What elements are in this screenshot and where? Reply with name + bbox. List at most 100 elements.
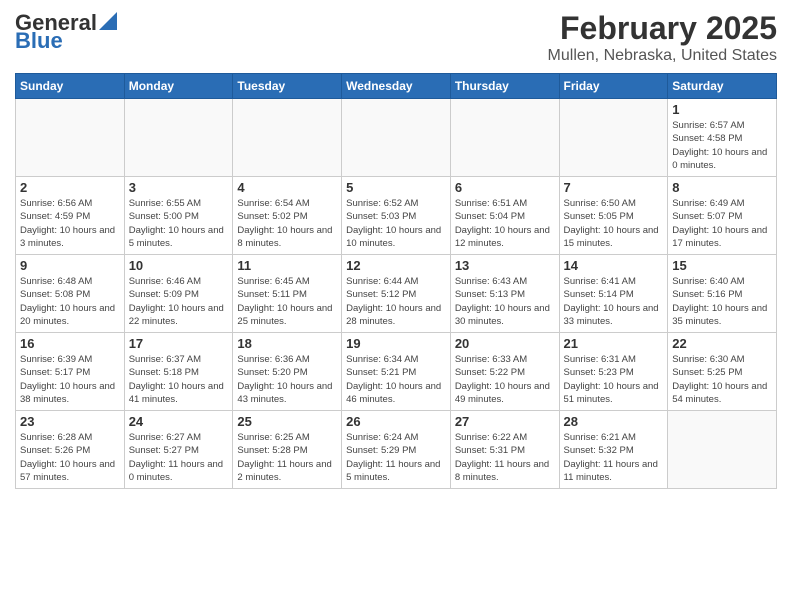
col-sunday: Sunday: [16, 74, 125, 99]
day-number: 6: [455, 180, 555, 195]
logo-icon: [99, 12, 117, 30]
day-number: 9: [20, 258, 120, 273]
day-number: 8: [672, 180, 772, 195]
day-number: 18: [237, 336, 337, 351]
day-info: Sunrise: 6:25 AM Sunset: 5:28 PM Dayligh…: [237, 431, 337, 484]
calendar-day-cell: 18 Sunrise: 6:36 AM Sunset: 5:20 PM Dayli…: [233, 333, 342, 411]
col-saturday: Saturday: [668, 74, 777, 99]
day-number: 1: [672, 102, 772, 117]
calendar-day-cell: [342, 99, 451, 177]
calendar-day-cell: 24 Sunrise: 6:27 AM Sunset: 5:27 PM Dayli…: [124, 411, 233, 489]
calendar-day-cell: 25 Sunrise: 6:25 AM Sunset: 5:28 PM Dayli…: [233, 411, 342, 489]
calendar-day-cell: 28 Sunrise: 6:21 AM Sunset: 5:32 PM Dayli…: [559, 411, 668, 489]
calendar-day-cell: 7 Sunrise: 6:50 AM Sunset: 5:05 PM Daylig…: [559, 177, 668, 255]
day-number: 22: [672, 336, 772, 351]
day-number: 5: [346, 180, 446, 195]
col-monday: Monday: [124, 74, 233, 99]
calendar-week-row: 9 Sunrise: 6:48 AM Sunset: 5:08 PM Daylig…: [16, 255, 777, 333]
location-subtitle: Mullen, Nebraska, United States: [548, 47, 777, 65]
page: General Blue February 2025 Mullen, Nebra…: [0, 0, 792, 612]
calendar-table: Sunday Monday Tuesday Wednesday Thursday…: [15, 73, 777, 489]
calendar-week-row: 1 Sunrise: 6:57 AM Sunset: 4:58 PM Daylig…: [16, 99, 777, 177]
logo: General Blue: [15, 10, 117, 54]
day-info: Sunrise: 6:40 AM Sunset: 5:16 PM Dayligh…: [672, 275, 772, 328]
month-year-title: February 2025: [548, 10, 777, 47]
day-number: 10: [129, 258, 229, 273]
day-number: 21: [564, 336, 664, 351]
calendar-day-cell: [450, 99, 559, 177]
col-wednesday: Wednesday: [342, 74, 451, 99]
calendar-day-cell: 14 Sunrise: 6:41 AM Sunset: 5:14 PM Dayli…: [559, 255, 668, 333]
calendar-week-row: 16Sunrise: 6:39 AM Sunset: 5:17 PM Dayli…: [16, 333, 777, 411]
day-info: Sunrise: 6:48 AM Sunset: 5:08 PM Dayligh…: [20, 275, 120, 328]
calendar-day-cell: [16, 99, 125, 177]
day-info: Sunrise: 6:54 AM Sunset: 5:02 PM Dayligh…: [237, 197, 337, 250]
day-number: 15: [672, 258, 772, 273]
calendar-day-cell: 1 Sunrise: 6:57 AM Sunset: 4:58 PM Daylig…: [668, 99, 777, 177]
day-number: 25: [237, 414, 337, 429]
day-info: Sunrise: 6:36 AM Sunset: 5:20 PM Dayligh…: [237, 353, 337, 406]
day-info: Sunrise: 6:28 AM Sunset: 5:26 PM Dayligh…: [20, 431, 120, 484]
calendar-day-cell: 11Sunrise: 6:45 AM Sunset: 5:11 PM Dayli…: [233, 255, 342, 333]
calendar-week-row: 23 Sunrise: 6:28 AM Sunset: 5:26 PM Dayli…: [16, 411, 777, 489]
day-info: Sunrise: 6:52 AM Sunset: 5:03 PM Dayligh…: [346, 197, 446, 250]
calendar-day-cell: 10 Sunrise: 6:46 AM Sunset: 5:09 PM Dayli…: [124, 255, 233, 333]
day-info: Sunrise: 6:27 AM Sunset: 5:27 PM Dayligh…: [129, 431, 229, 484]
day-info: Sunrise: 6:37 AM Sunset: 5:18 PM Dayligh…: [129, 353, 229, 406]
col-thursday: Thursday: [450, 74, 559, 99]
calendar-day-cell: 22Sunrise: 6:30 AM Sunset: 5:25 PM Dayli…: [668, 333, 777, 411]
day-info: Sunrise: 6:50 AM Sunset: 5:05 PM Dayligh…: [564, 197, 664, 250]
calendar-day-cell: 4 Sunrise: 6:54 AM Sunset: 5:02 PM Daylig…: [233, 177, 342, 255]
day-info: Sunrise: 6:57 AM Sunset: 4:58 PM Dayligh…: [672, 119, 772, 172]
day-info: Sunrise: 6:33 AM Sunset: 5:22 PM Dayligh…: [455, 353, 555, 406]
calendar-day-cell: 2 Sunrise: 6:56 AM Sunset: 4:59 PM Daylig…: [16, 177, 125, 255]
calendar-day-cell: [559, 99, 668, 177]
day-number: 3: [129, 180, 229, 195]
day-number: 23: [20, 414, 120, 429]
day-info: Sunrise: 6:49 AM Sunset: 5:07 PM Dayligh…: [672, 197, 772, 250]
calendar-day-cell: [668, 411, 777, 489]
day-info: Sunrise: 6:22 AM Sunset: 5:31 PM Dayligh…: [455, 431, 555, 484]
calendar-day-cell: 19 Sunrise: 6:34 AM Sunset: 5:21 PM Dayli…: [342, 333, 451, 411]
calendar-day-cell: 27 Sunrise: 6:22 AM Sunset: 5:31 PM Dayli…: [450, 411, 559, 489]
header: General Blue February 2025 Mullen, Nebra…: [15, 10, 777, 65]
day-info: Sunrise: 6:41 AM Sunset: 5:14 PM Dayligh…: [564, 275, 664, 328]
calendar-day-cell: 3 Sunrise: 6:55 AM Sunset: 5:00 PM Daylig…: [124, 177, 233, 255]
calendar-day-cell: 21 Sunrise: 6:31 AM Sunset: 5:23 PM Dayli…: [559, 333, 668, 411]
day-number: 27: [455, 414, 555, 429]
day-number: 14: [564, 258, 664, 273]
day-number: 2: [20, 180, 120, 195]
title-block: February 2025 Mullen, Nebraska, United S…: [548, 10, 777, 65]
day-info: Sunrise: 6:56 AM Sunset: 4:59 PM Dayligh…: [20, 197, 120, 250]
day-number: 17: [129, 336, 229, 351]
calendar-day-cell: 5 Sunrise: 6:52 AM Sunset: 5:03 PM Daylig…: [342, 177, 451, 255]
calendar-day-cell: 23 Sunrise: 6:28 AM Sunset: 5:26 PM Dayli…: [16, 411, 125, 489]
day-info: Sunrise: 6:55 AM Sunset: 5:00 PM Dayligh…: [129, 197, 229, 250]
day-info: Sunrise: 6:44 AM Sunset: 5:12 PM Dayligh…: [346, 275, 446, 328]
calendar-day-cell: 26Sunrise: 6:24 AM Sunset: 5:29 PM Dayli…: [342, 411, 451, 489]
calendar-day-cell: 16Sunrise: 6:39 AM Sunset: 5:17 PM Dayli…: [16, 333, 125, 411]
day-number: 28: [564, 414, 664, 429]
day-info: Sunrise: 6:45 AM Sunset: 5:11 PM Dayligh…: [237, 275, 337, 328]
day-number: 4: [237, 180, 337, 195]
day-number: 13: [455, 258, 555, 273]
calendar-day-cell: 15 Sunrise: 6:40 AM Sunset: 5:16 PM Dayli…: [668, 255, 777, 333]
day-info: Sunrise: 6:46 AM Sunset: 5:09 PM Dayligh…: [129, 275, 229, 328]
calendar-day-cell: 20Sunrise: 6:33 AM Sunset: 5:22 PM Dayli…: [450, 333, 559, 411]
calendar-header-row: Sunday Monday Tuesday Wednesday Thursday…: [16, 74, 777, 99]
day-number: 7: [564, 180, 664, 195]
day-number: 24: [129, 414, 229, 429]
logo-blue: Blue: [15, 28, 63, 54]
day-number: 12: [346, 258, 446, 273]
day-info: Sunrise: 6:51 AM Sunset: 5:04 PM Dayligh…: [455, 197, 555, 250]
day-info: Sunrise: 6:21 AM Sunset: 5:32 PM Dayligh…: [564, 431, 664, 484]
day-number: 19: [346, 336, 446, 351]
calendar-day-cell: [124, 99, 233, 177]
day-info: Sunrise: 6:31 AM Sunset: 5:23 PM Dayligh…: [564, 353, 664, 406]
day-info: Sunrise: 6:24 AM Sunset: 5:29 PM Dayligh…: [346, 431, 446, 484]
calendar-day-cell: 6 Sunrise: 6:51 AM Sunset: 5:04 PM Daylig…: [450, 177, 559, 255]
day-info: Sunrise: 6:34 AM Sunset: 5:21 PM Dayligh…: [346, 353, 446, 406]
calendar-day-cell: [233, 99, 342, 177]
calendar-week-row: 2 Sunrise: 6:56 AM Sunset: 4:59 PM Daylig…: [16, 177, 777, 255]
calendar-day-cell: 9 Sunrise: 6:48 AM Sunset: 5:08 PM Daylig…: [16, 255, 125, 333]
